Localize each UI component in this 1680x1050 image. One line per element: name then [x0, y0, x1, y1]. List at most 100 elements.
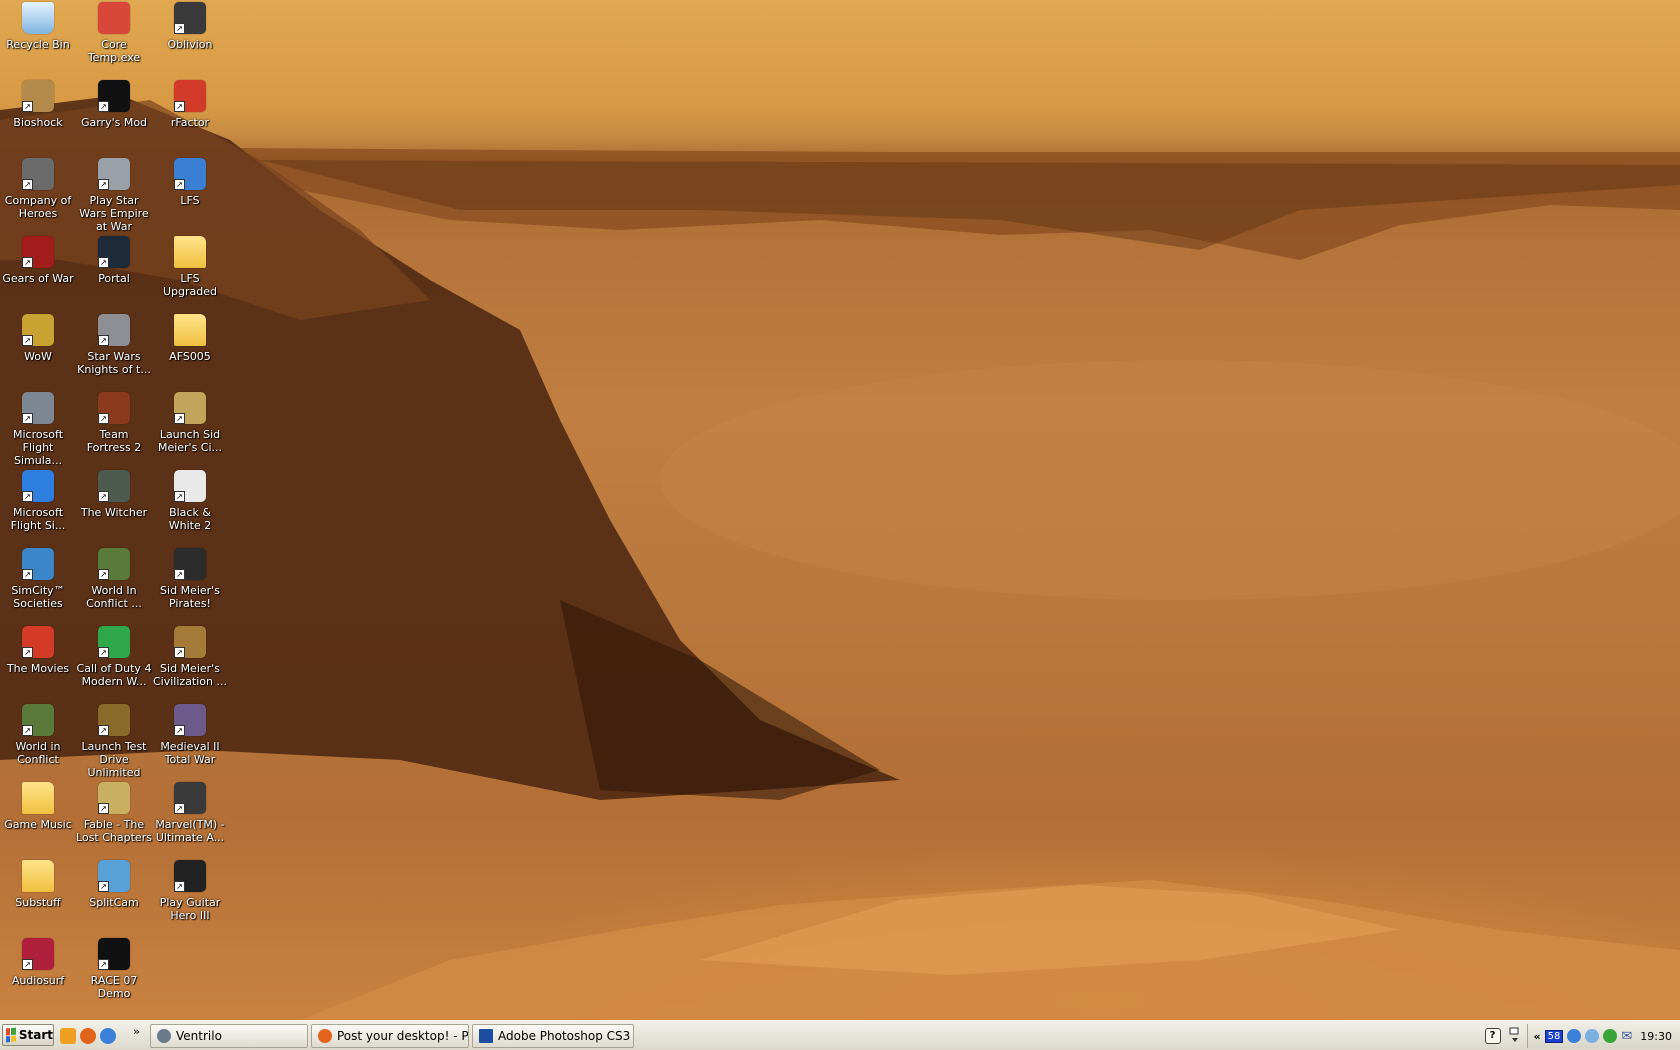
desktop-icon-wow[interactable]: ↗ WoW: [0, 312, 76, 384]
start-label: Start: [18, 1028, 53, 1042]
network-icon[interactable]: [1567, 1029, 1582, 1043]
desktop-icon-tf2[interactable]: ↗ Team Fortress 2: [76, 390, 152, 462]
quick-launch-expand-chevron[interactable]: »: [133, 1025, 140, 1038]
desktop-icon-label: LFS: [180, 194, 200, 207]
desktop-icon-oblivion[interactable]: ↗ Oblivion: [152, 0, 228, 72]
firefox-icon[interactable]: [80, 1028, 96, 1044]
desktop-icon-black-white-2[interactable]: ↗ Black & White 2: [152, 468, 228, 540]
internet-explorer-icon[interactable]: [100, 1028, 116, 1044]
desktop-icon-flight-sim-2[interactable]: ↗ Microsoft Flight Si...: [0, 468, 76, 540]
shortcut-arrow-icon: ↗: [22, 413, 33, 424]
desktop-icon-star-wars-empire[interactable]: ↗ Play Star Wars Empire at War: [76, 156, 152, 233]
desktop-icon-game-music[interactable]: Game Music: [0, 780, 76, 852]
shortcut-arrow-icon: ↗: [98, 725, 109, 736]
show-hidden-icons-chevron[interactable]: «: [1534, 1030, 1541, 1043]
desktop-icon-afs005[interactable]: AFS005: [152, 312, 228, 384]
messenger-icon[interactable]: [1585, 1029, 1600, 1043]
desktop-icon-portal[interactable]: ↗ Portal: [76, 234, 152, 306]
task-label: Post your desktop! - Pag...: [337, 1029, 469, 1043]
app-icon: ↗: [22, 704, 54, 736]
desktop-icon-bioshock[interactable]: ↗ Bioshock: [0, 78, 76, 150]
desktop-icon-label: The Witcher: [80, 506, 148, 519]
desktop-icon-civ4[interactable]: ↗ Sid Meier's Civilization ...: [152, 624, 228, 696]
app-icon: ↗: [22, 548, 54, 580]
desktop-icon-substuff[interactable]: Substuff: [0, 858, 76, 930]
desktop-icon-world-in-conflict-2[interactable]: ↗ World in Conflict: [0, 702, 76, 774]
desktop-icon-flight-sim-1[interactable]: ↗ Microsoft Flight Simula...: [0, 390, 76, 467]
shortcut-arrow-icon: ↗: [98, 881, 109, 892]
tray-badge[interactable]: 58: [1544, 1029, 1564, 1043]
app-icon: ↗: [22, 236, 54, 268]
app-icon: ↗: [98, 548, 130, 580]
desktop-icon-gears-of-war[interactable]: ↗ Gears of War: [0, 234, 76, 306]
folder-icon: [22, 860, 54, 892]
desktop-icon-company-of-heroes[interactable]: ↗ Company of Heroes: [0, 156, 76, 228]
app-icon: ↗: [174, 782, 206, 814]
media-player-icon[interactable]: [60, 1028, 76, 1044]
desktop-icon-civ-launch[interactable]: ↗ Launch Sid Meier's Ci...: [152, 390, 228, 462]
desktop-icon-label: Microsoft Flight Si...: [10, 506, 66, 532]
desktop-icon-fable[interactable]: ↗ Fable - The Lost Chapters: [76, 780, 152, 852]
desktop-icon-the-movies[interactable]: ↗ The Movies: [0, 624, 76, 696]
shortcut-arrow-icon: ↗: [174, 725, 185, 736]
desktop-icon-rfactor[interactable]: ↗ rFactor: [152, 78, 228, 150]
desktop[interactable]: Recycle Bin Core Temp.exe ↗ Oblivion ↗ Biosho…: [0, 0, 1680, 1020]
desktop-icon-guitar-hero[interactable]: ↗ Play Guitar Hero III: [152, 858, 228, 930]
desktop-icon-garrys-mod[interactable]: ↗ Garry's Mod: [76, 78, 152, 150]
desktop-icon-label: Sid Meier's Civilization ...: [153, 662, 227, 688]
app-icon: ↗: [174, 392, 206, 424]
desktop-icon-simcity[interactable]: ↗ SimCity™ Societies: [0, 546, 76, 618]
app-icon: ↗: [22, 470, 54, 502]
app-icon: ↗: [22, 158, 54, 190]
clock[interactable]: 19:30: [1640, 1030, 1672, 1043]
desktop-icon-core-temp[interactable]: Core Temp.exe: [76, 0, 152, 72]
desktop-icon-marvel[interactable]: ↗ Marvel(TM) - Ultimate A...: [152, 780, 228, 852]
language-bar-icon[interactable]: [1509, 1027, 1521, 1045]
app-icon: ↗: [98, 314, 130, 346]
desktop-icon-world-in-conflict-1[interactable]: ↗ World In Conflict ...: [76, 546, 152, 618]
desktop-icon-label: Team Fortress 2: [86, 428, 142, 454]
desktop-icon-label: WoW: [24, 350, 52, 363]
desktop-icon-tdu[interactable]: ↗ Launch Test Drive Unlimited: [76, 702, 152, 779]
shortcut-arrow-icon: ↗: [98, 491, 109, 502]
help-icon[interactable]: ?: [1484, 1028, 1501, 1044]
desktop-icon-kotor[interactable]: ↗ Star Wars Knights of t...: [76, 312, 152, 384]
notification-area: « 58 ✉ 19:30: [1526, 1024, 1680, 1048]
shortcut-arrow-icon: ↗: [22, 725, 33, 736]
desktop-icon-audiosurf[interactable]: ↗ Audiosurf: [0, 936, 76, 1008]
app-icon: ↗: [22, 938, 54, 970]
shortcut-arrow-icon: ↗: [98, 959, 109, 970]
start-button[interactable]: Start: [2, 1024, 54, 1046]
desktop-icon-lfs-upgraded[interactable]: LFS Upgraded: [152, 234, 228, 306]
app-icon: ↗: [98, 392, 130, 424]
desktop-icon-pirates[interactable]: ↗ Sid Meier's Pirates!: [152, 546, 228, 618]
desktop-icon-label: Black & White 2: [168, 506, 212, 532]
task-button-firefox[interactable]: Post your desktop! - Pag...: [311, 1024, 469, 1048]
desktop-icon-witcher[interactable]: ↗ The Witcher: [76, 468, 152, 540]
desktop-icon-cod4[interactable]: ↗ Call of Duty 4 Modern W...: [76, 624, 152, 696]
desktop-icon-label: Recycle Bin: [6, 38, 70, 51]
desktop-icon-label: LFS Upgraded: [162, 272, 217, 298]
shortcut-arrow-icon: ↗: [98, 101, 109, 112]
shortcut-arrow-icon: ↗: [22, 647, 33, 658]
folder-icon: [22, 782, 54, 814]
desktop-icon-recycle-bin[interactable]: Recycle Bin: [0, 0, 76, 72]
desktop-icon-medieval2[interactable]: ↗ Medieval II Total War: [152, 702, 228, 774]
desktop-icon-splitcam[interactable]: ↗ SplitCam: [76, 858, 152, 930]
shortcut-arrow-icon: ↗: [174, 803, 185, 814]
shortcut-arrow-icon: ↗: [98, 257, 109, 268]
mail-icon[interactable]: ✉: [1621, 1029, 1632, 1044]
shortcut-arrow-icon: ↗: [22, 101, 33, 112]
task-button-photoshop[interactable]: Adobe Photoshop CS3 E...: [472, 1024, 634, 1048]
app-icon: ↗: [98, 626, 130, 658]
app-icon: ↗: [174, 860, 206, 892]
desktop-icon-label: Oblivion: [167, 38, 213, 51]
desktop-icon-label: Fable - The Lost Chapters: [76, 818, 152, 844]
desktop-icon-race07[interactable]: ↗ RACE 07 Demo: [76, 936, 152, 1008]
app-icon: ↗: [174, 470, 206, 502]
shortcut-arrow-icon: ↗: [22, 179, 33, 190]
user-status-icon[interactable]: [1603, 1029, 1618, 1043]
task-button-ventrilo[interactable]: Ventrilo: [150, 1024, 308, 1048]
system-tray: ? « 58 ✉ 19:30: [1484, 1023, 1680, 1049]
desktop-icon-lfs[interactable]: ↗ LFS: [152, 156, 228, 228]
